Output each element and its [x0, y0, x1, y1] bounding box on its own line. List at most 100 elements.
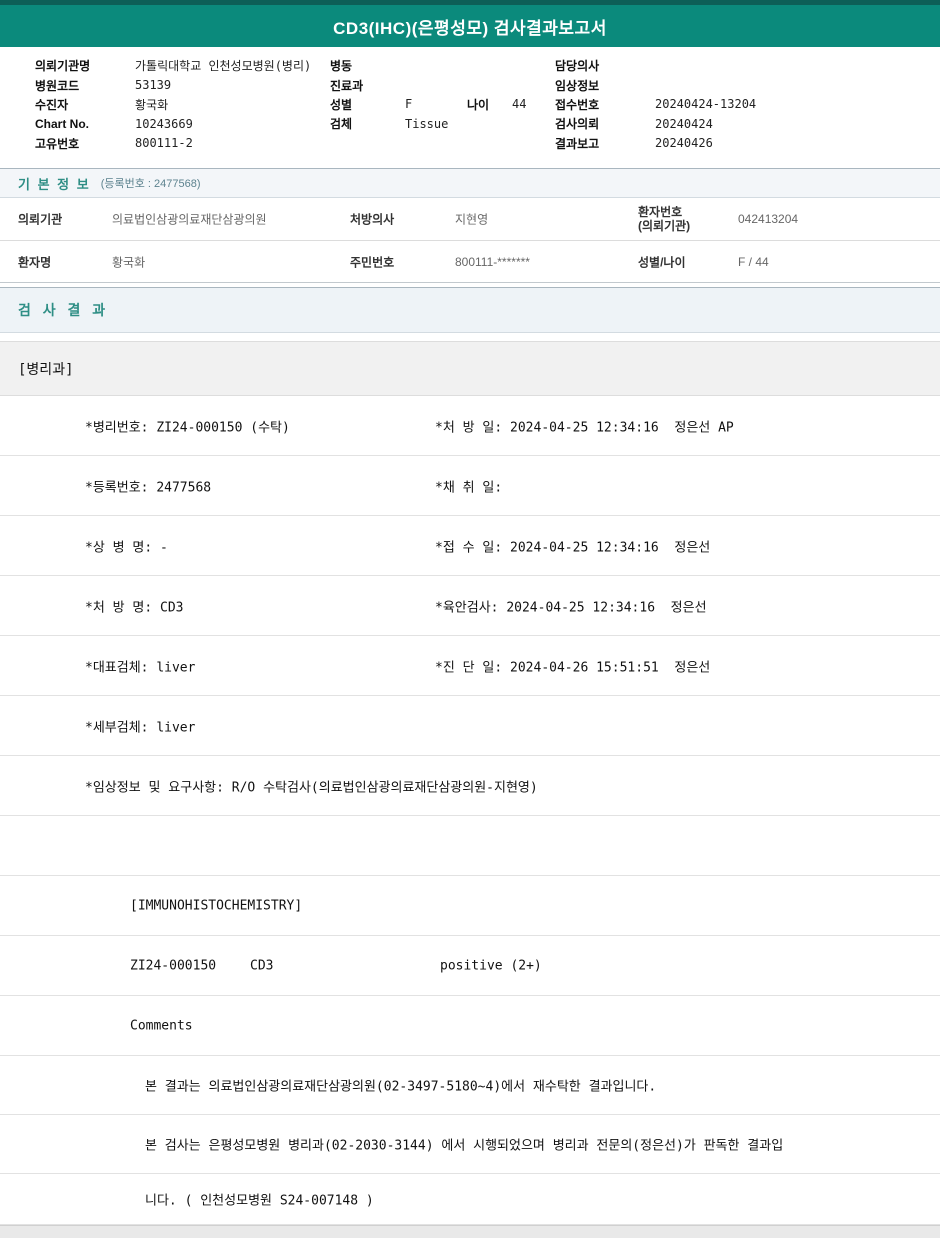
result-detail-row: *처 방 명: CD3 *육안검사: 2024-04-25 12:34:16 정… [0, 576, 940, 636]
field-label-line1: 환자번호 [638, 205, 683, 219]
field-value: 800111-2 [135, 136, 193, 151]
patient-header-right-column: 담당의사 임상정보 접수번호 20240424-13204 검사의뢰 20240… [555, 56, 756, 153]
result-detail-row: *세부검체: liver [0, 696, 940, 756]
comment-line-row: 니다. ( 인천성모병원 S24-007148 ) [0, 1174, 940, 1225]
section-title: 기 본 정 보 [18, 176, 91, 192]
field-label: 검사의뢰 [555, 117, 600, 132]
detail-right-text: *채 취 일: [435, 480, 503, 495]
detail-left-text: *처 방 명: CD3 [85, 600, 184, 615]
field-label: 검체 [330, 117, 353, 132]
result-detail-row: *병리번호: ZI24-000150 (수탁) *처 방 일: 2024-04-… [0, 396, 940, 456]
field-value: 20240424-13204 [655, 97, 757, 112]
field-label: 수진자 [35, 97, 69, 112]
field-row: 임상정보 [555, 75, 756, 94]
field-value: 황국화 [135, 97, 169, 112]
report-title: CD3(IHC)(은평성모) 검사결과보고서 [333, 18, 607, 38]
field-value: 지현영 [455, 212, 489, 227]
result-detail-row: *등록번호: 2477568 *채 취 일: [0, 456, 940, 516]
ihc-result-row: ZI24-000150 CD3 positive (2+) [0, 936, 940, 996]
field-row: 검체 Tissue [330, 114, 526, 133]
basic-info-row-2: 환자명 황국화 주민번호 800111-******* 성별/나이 F / 44 [0, 241, 940, 283]
field-label: 임상정보 [555, 78, 600, 93]
field-label: 의뢰기관 [18, 212, 63, 227]
field-label: 환자번호 (의뢰기관) [638, 205, 690, 233]
ihc-header-row: [IMMUNOHISTOCHEMISTRY] [0, 876, 940, 936]
detail-left-text: *등록번호: 2477568 [85, 480, 212, 495]
field-value: 042413204 [738, 212, 799, 226]
detail-left-text: *세부검체: liver [85, 720, 196, 735]
comment-line-row: 본 결과는 의료법인삼광의료재단삼광의원(02-3497-5180~4)에서 재… [0, 1056, 940, 1115]
field-label: 접수번호 [555, 97, 600, 112]
field-label: 병동 [330, 59, 353, 74]
comments-label: Comments [130, 1018, 193, 1033]
field-value: 황국화 [112, 255, 146, 269]
field-value: 20240424 [655, 116, 713, 131]
field-row: Chart No. 10243669 [35, 114, 311, 133]
basic-info-row-1: 의뢰기관 의료법인삼광의료재단삼광의원 처방의사 지현영 환자번호 (의뢰기관) … [0, 198, 940, 241]
field-label: 고유번호 [35, 136, 80, 151]
test-results-section-header: 검 사 결 과 [0, 287, 940, 333]
field-value: 53139 [135, 78, 172, 93]
field-value: F / 44 [738, 254, 769, 269]
ihc-test-name: CD3 [250, 958, 274, 973]
field-value: 가톨릭대학교 인천성모병원(병리) [135, 59, 312, 74]
field-label: 결과보고 [555, 136, 600, 151]
field-label: 병원코드 [35, 78, 80, 93]
field-value: Tissue [405, 116, 449, 131]
field-label: 성별/나이 [638, 255, 686, 269]
detail-left-text: *대표검체: liver [85, 660, 196, 675]
comment-text: 본 검사는 은평성모병원 병리과(02-2030-3144) 에서 시행되었으며… [145, 1138, 784, 1154]
page-footer-strip [0, 1225, 940, 1238]
field-value: 20240426 [655, 136, 713, 151]
ihc-specimen-code: ZI24-000150 [130, 958, 217, 973]
detail-right-text: *육안검사: 2024-04-25 12:34:16 정은선 [435, 600, 707, 615]
field-row: 고유번호 800111-2 [35, 134, 311, 153]
field-label: 나이 [467, 97, 490, 112]
field-label: 담당의사 [555, 59, 600, 74]
field-label-line2: (의뢰기관) [638, 219, 691, 233]
department-row: [병리과] [0, 341, 940, 396]
empty-row [0, 816, 940, 876]
registration-number: (등록번호 : 2477568) [100, 178, 201, 190]
section-title: 검 사 결 과 [18, 302, 110, 318]
report-title-band: CD3(IHC)(은평성모) 검사결과보고서 [0, 5, 940, 47]
patient-header: 의뢰기관명 가톨릭대학교 인천성모병원(병리) 병원코드 53139 수진자 황… [0, 47, 940, 168]
detail-left-text: *병리번호: ZI24-000150 (수탁) [85, 420, 290, 435]
department-label: [병리과] [18, 361, 74, 378]
field-row: 수진자 황국화 [35, 95, 311, 114]
field-value: 10243669 [135, 116, 193, 131]
detail-right-text: *접 수 일: 2024-04-25 12:34:16 정은선 [435, 540, 711, 555]
field-label: 의뢰기관명 [35, 59, 91, 74]
field-row: 접수번호 20240424-13204 [555, 95, 756, 114]
field-value: 의료법인삼광의료재단삼광의원 [112, 212, 267, 227]
result-detail-row: *상 병 명: - *접 수 일: 2024-04-25 12:34:16 정은… [0, 516, 940, 576]
field-label: 진료과 [330, 78, 364, 93]
basic-info-section-header: 기 본 정 보 (등록번호 : 2477568) [0, 168, 940, 198]
field-value: F [405, 97, 413, 112]
field-value: 800111-******* [455, 254, 530, 269]
result-detail-row: *임상정보 및 요구사항: R/O 수탁검사(의료법인삼광의료재단삼광의원-지현… [0, 756, 940, 816]
detail-right-text: *진 단 일: 2024-04-26 15:51:51 정은선 [435, 660, 711, 675]
ihc-section-label: [IMMUNOHISTOCHEMISTRY] [130, 898, 303, 913]
field-row: 병동 [330, 56, 526, 75]
field-row: 진료과 [330, 75, 526, 94]
field-label: Chart No. [35, 116, 89, 131]
comment-text: 니다. ( 인천성모병원 S24-007148 ) [145, 1193, 374, 1209]
field-label: 성별 [330, 97, 353, 112]
comments-label-row: Comments [0, 996, 940, 1056]
patient-header-left-column: 의뢰기관명 가톨릭대학교 인천성모병원(병리) 병원코드 53139 수진자 황… [35, 56, 311, 153]
field-label: 주민번호 [350, 255, 395, 269]
patient-header-middle-column: 병동 진료과 성별 F 나이 44 검체 Tissue [330, 56, 526, 134]
detail-left-text: *상 병 명: - [85, 540, 168, 555]
field-value: 44 [512, 97, 527, 112]
field-row: 의뢰기관명 가톨릭대학교 인천성모병원(병리) [35, 56, 311, 75]
report-page: CD3(IHC)(은평성모) 검사결과보고서 의뢰기관명 가톨릭대학교 인천성모… [0, 0, 940, 1238]
field-row: 결과보고 20240426 [555, 134, 756, 153]
ihc-test-result: positive (2+) [440, 958, 542, 973]
field-row: 담당의사 [555, 56, 756, 75]
detail-left-text: *임상정보 및 요구사항: R/O 수탁검사(의료법인삼광의료재단삼광의원-지현… [85, 780, 538, 795]
field-row: 검사의뢰 20240424 [555, 114, 756, 133]
comment-line-row: 본 검사는 은평성모병원 병리과(02-2030-3144) 에서 시행되었으며… [0, 1115, 940, 1174]
result-detail-row: *대표검체: liver *진 단 일: 2024-04-26 15:51:51… [0, 636, 940, 696]
spacer [0, 333, 940, 341]
